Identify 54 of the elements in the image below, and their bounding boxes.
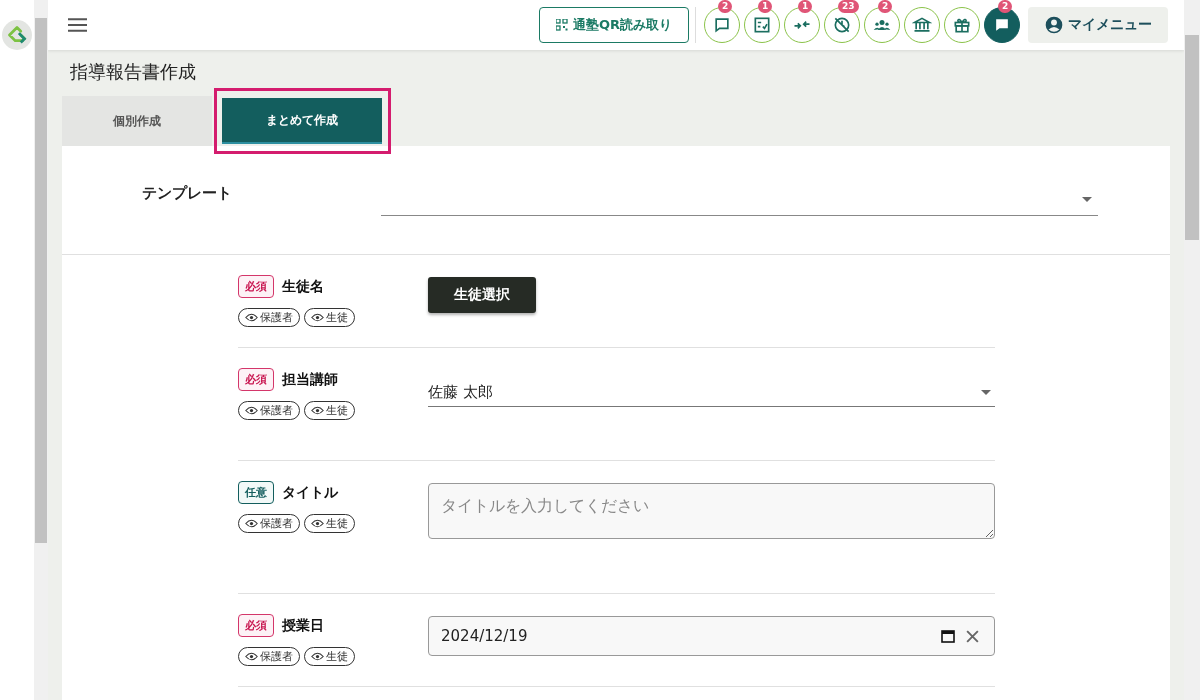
logo-icon	[2, 20, 32, 50]
chat-button[interactable]	[984, 7, 1020, 43]
gift-button[interactable]	[944, 7, 980, 43]
arrows-button[interactable]	[784, 7, 820, 43]
teacher-select[interactable]: 佐藤 太郎	[428, 378, 995, 407]
field-label: タイトル	[282, 483, 338, 502]
tab[interactable]: まとめて作成	[222, 98, 382, 144]
clear-icon[interactable]	[965, 628, 980, 644]
checklist-icon	[752, 15, 772, 35]
clock-off-icon	[832, 15, 852, 35]
eye-icon	[311, 519, 324, 528]
date-field[interactable]: 2024/12/19	[428, 616, 995, 656]
optional-badge: 任意	[238, 481, 274, 504]
count-badge: 2	[718, 0, 733, 13]
count-badge: 2	[998, 0, 1013, 13]
field-label: 生徒名	[282, 277, 324, 296]
speech-bubble-icon	[712, 15, 732, 35]
count-badge: 2	[878, 0, 893, 13]
eye-icon	[311, 406, 324, 415]
count-badge: 1	[758, 0, 773, 13]
required-badge: 必須	[238, 368, 274, 391]
scrollbar[interactable]	[1184, 0, 1200, 700]
field-label: 授業日	[282, 616, 324, 635]
my-menu-button[interactable]: マイメニュー	[1028, 7, 1168, 43]
required-badge: 必須	[238, 614, 274, 637]
qr-code-icon	[555, 19, 568, 31]
menu-icon[interactable]	[68, 18, 87, 32]
caret-icon	[981, 389, 991, 395]
tab[interactable]: 個別作成	[62, 96, 212, 146]
checklist-button[interactable]	[744, 7, 780, 43]
field-label: 担当講師	[282, 370, 338, 389]
qr-scan-button[interactable]: 通塾QR読み取り	[538, 7, 689, 43]
bank-icon	[912, 15, 932, 35]
calendar-icon[interactable]	[941, 629, 955, 643]
eye-icon	[311, 652, 324, 661]
page-title: 指導報告書作成	[70, 60, 197, 84]
count-badge: 1	[798, 0, 813, 13]
no-clock-button[interactable]	[824, 7, 860, 43]
eye-icon	[245, 652, 258, 661]
eye-icon	[245, 406, 258, 415]
select-student-button[interactable]: 生徒選択	[428, 277, 536, 313]
caret-icon	[1082, 197, 1092, 202]
eye-icon	[245, 313, 258, 322]
bank-button[interactable]	[904, 7, 940, 43]
message-button[interactable]	[704, 7, 740, 43]
eye-icon	[311, 313, 324, 322]
group-button[interactable]	[864, 7, 900, 43]
required-badge: 必須	[238, 275, 274, 298]
title-field[interactable]: タイトルを入力してください	[428, 483, 995, 539]
eye-icon	[245, 519, 258, 528]
scrollbar[interactable]	[34, 0, 48, 700]
field-label: テンプレート	[142, 184, 233, 203]
count-badge: 23	[838, 0, 859, 13]
account-icon	[1044, 15, 1064, 35]
